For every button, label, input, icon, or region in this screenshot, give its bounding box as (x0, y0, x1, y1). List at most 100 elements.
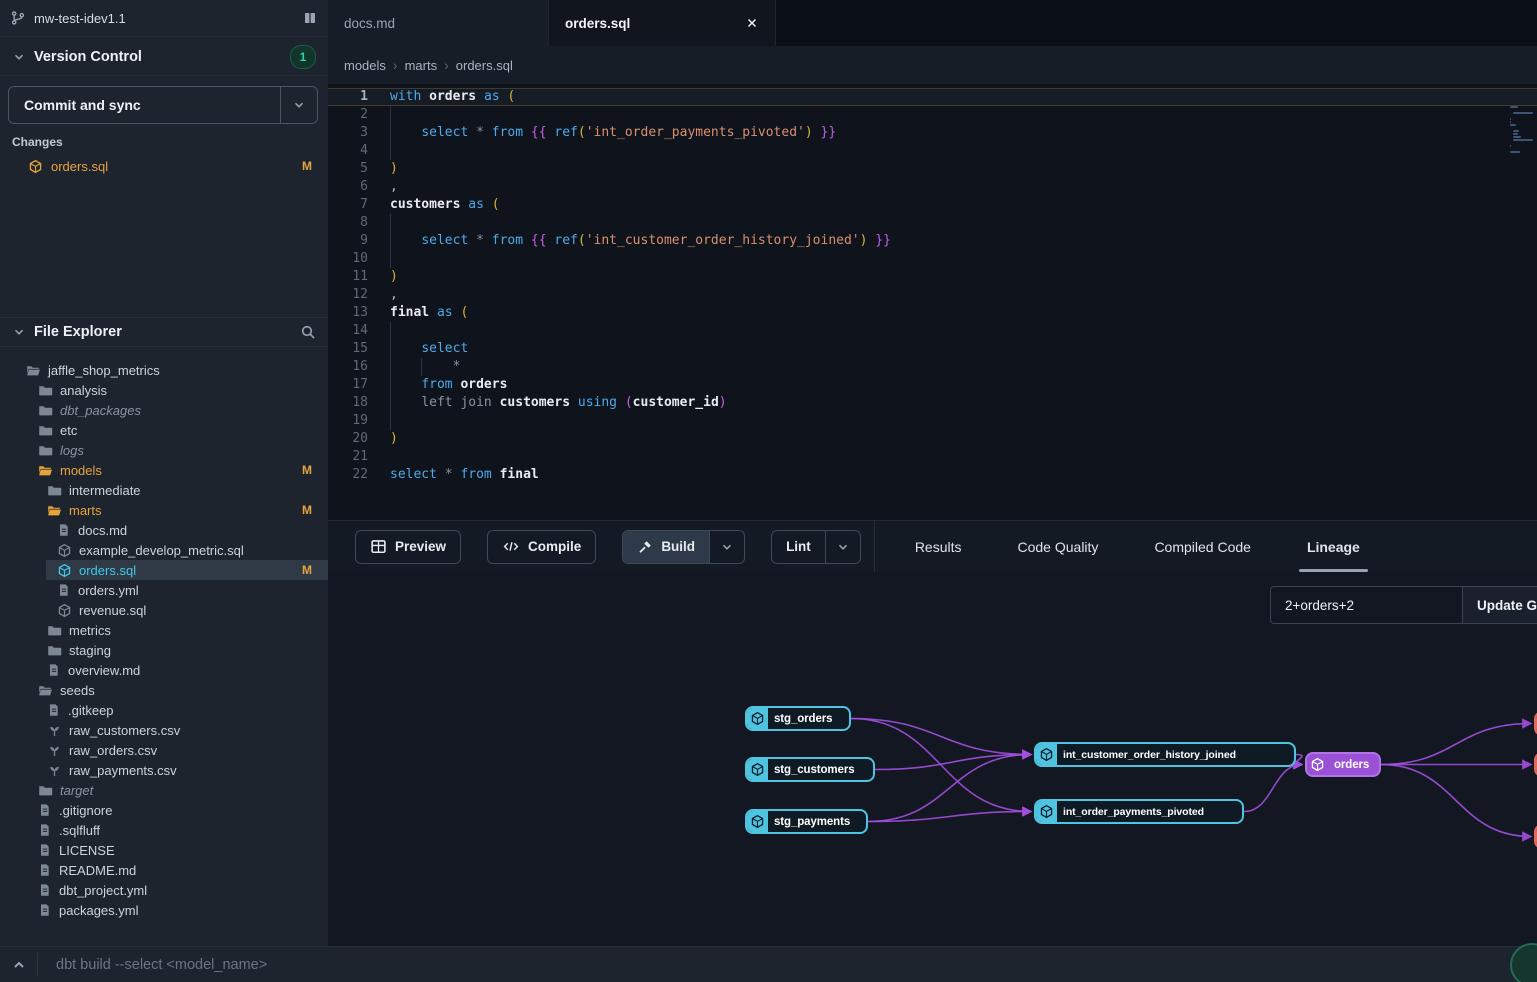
tree-item-models[interactable]: modelsM (0, 460, 328, 480)
tab-docs-md[interactable]: docs.md (328, 0, 549, 46)
code-editor[interactable]: 1with orders as (23 select * from {{ ref… (328, 84, 1537, 520)
toolbar-buttons: Preview Compile Build Lint (355, 530, 861, 564)
tree-item-revenue-sql[interactable]: revenue.sql (0, 600, 328, 620)
breadcrumb-item[interactable]: marts (405, 58, 438, 73)
cube-icon (57, 563, 72, 578)
line-number: 19 (328, 412, 368, 430)
tree-item-dbt-project-yml[interactable]: dbt_project.yml (0, 880, 328, 900)
code-line-6[interactable]: 6, (328, 178, 1537, 196)
tree-item-overview-md[interactable]: overview.md (0, 660, 328, 680)
tree-item-target[interactable]: target (0, 780, 328, 800)
code-line-18[interactable]: 18 left join customers using (customer_i… (328, 394, 1537, 412)
tree-item--gitkeep[interactable]: .gitkeep (0, 700, 328, 720)
tree-item-orders-sql[interactable]: orders.sqlM (0, 560, 328, 580)
folder-icon (38, 423, 53, 438)
code-line-19[interactable]: 19 (328, 412, 1537, 430)
preview-button[interactable]: Preview (355, 530, 461, 564)
lint-options-chevron[interactable] (825, 531, 860, 563)
expand-panel-chevron-icon[interactable] (0, 957, 37, 973)
code-line-4[interactable]: 4 (328, 142, 1537, 160)
tree-item-packages-yml[interactable]: packages.yml (0, 900, 328, 920)
tab-orders-sql[interactable]: orders.sql (549, 0, 776, 46)
lineage-node-int-order-payments-pivoted[interactable]: int_order_payments_pivoted (1034, 799, 1244, 824)
tab-code-quality[interactable]: Code Quality (1018, 521, 1099, 573)
tree-item-metrics[interactable]: metrics (0, 620, 328, 640)
file-explorer-header[interactable]: File Explorer (0, 317, 328, 347)
code-line-16[interactable]: 16 * (328, 358, 1537, 376)
lineage-filter-input[interactable]: 2+orders+2 (1270, 586, 1463, 624)
version-control-header[interactable]: Version Control 1 (0, 38, 328, 76)
chevron-down-icon[interactable] (12, 50, 26, 64)
tree-item-raw-payments-csv[interactable]: raw_payments.csv (0, 760, 328, 780)
code-line-22[interactable]: 22select * from final (328, 466, 1537, 484)
line-text: customers as ( (390, 196, 500, 214)
line-number: 18 (328, 394, 368, 412)
update-graph-button[interactable]: Update Graph (1463, 586, 1537, 624)
command-input[interactable]: dbt build --select <model_name> (56, 957, 1537, 973)
code-line-20[interactable]: 20) (328, 430, 1537, 448)
code-line-11[interactable]: 11) (328, 268, 1537, 286)
tree-item-dbt-packages[interactable]: dbt_packages (0, 400, 328, 420)
line-text: , (390, 286, 398, 304)
tree-item-jaffle-shop-metrics[interactable]: jaffle_shop_metrics (0, 360, 328, 380)
tree-item-orders-yml[interactable]: orders.yml (0, 580, 328, 600)
changed-file-row[interactable]: orders.sql M (0, 155, 328, 177)
panel-columns-icon[interactable] (302, 10, 318, 26)
code-line-9[interactable]: 9 select * from {{ ref('int_customer_ord… (328, 232, 1537, 250)
code-line-21[interactable]: 21 (328, 448, 1537, 466)
code-line-5[interactable]: 5) (328, 160, 1537, 178)
commit-options-chevron[interactable] (280, 87, 317, 123)
code-line-12[interactable]: 12, (328, 286, 1537, 304)
code-line-13[interactable]: 13final as ( (328, 304, 1537, 322)
tree-item-raw-orders-csv[interactable]: raw_orders.csv (0, 740, 328, 760)
lineage-node-stg-payments[interactable]: stg_payments (745, 809, 868, 834)
code-line-1[interactable]: 1with orders as ( (328, 88, 1537, 106)
code-line-10[interactable]: 10 (328, 250, 1537, 268)
close-tab-icon[interactable] (745, 16, 759, 30)
tree-item-label: README.md (59, 863, 136, 878)
code-line-2[interactable]: 2 (328, 106, 1537, 124)
lint-button[interactable]: Lint (771, 530, 861, 564)
tree-item-example-develop-metric-sql[interactable]: example_develop_metric.sql (0, 540, 328, 560)
code-line-7[interactable]: 7customers as ( (328, 196, 1537, 214)
tree-item-marts[interactable]: martsM (0, 500, 328, 520)
compile-button[interactable]: Compile (487, 530, 596, 564)
tree-item-raw-customers-csv[interactable]: raw_customers.csv (0, 720, 328, 740)
search-icon[interactable] (300, 324, 316, 340)
breadcrumb-item[interactable]: models (344, 58, 386, 73)
tree-item-docs-md[interactable]: docs.md (0, 520, 328, 540)
breadcrumb-item[interactable]: orders.sql (456, 58, 513, 73)
line-number: 1 (328, 89, 368, 105)
tree-item-license[interactable]: LICENSE (0, 840, 328, 860)
tree-item-seeds[interactable]: seeds (0, 680, 328, 700)
lineage-node-orders[interactable]: orders (1305, 752, 1381, 777)
tree-item-analysis[interactable]: analysis (0, 380, 328, 400)
build-options-chevron[interactable] (709, 531, 744, 563)
code-line-8[interactable]: 8 (328, 214, 1537, 232)
tab-lineage[interactable]: Lineage (1307, 521, 1360, 573)
help-button[interactable] (1510, 943, 1537, 982)
node-label: stg_customers (768, 764, 862, 776)
lineage-node-int-customer-order-history-joined[interactable]: int_customer_order_history_joined (1034, 742, 1296, 767)
build-button[interactable]: Build (622, 530, 745, 564)
project-branch-name: mw-test-idev1.1 (34, 11, 126, 26)
tree-item-logs[interactable]: logs (0, 440, 328, 460)
tab-results[interactable]: Results (915, 521, 962, 573)
code-line-15[interactable]: 15 select (328, 340, 1537, 358)
code-line-14[interactable]: 14 (328, 322, 1537, 340)
tree-item--gitignore[interactable]: .gitignore (0, 800, 328, 820)
tab-compiled-code[interactable]: Compiled Code (1154, 521, 1251, 573)
code-line-3[interactable]: 3 select * from {{ ref('int_order_paymen… (328, 124, 1537, 142)
tree-item-staging[interactable]: staging (0, 640, 328, 660)
tree-item-etc[interactable]: etc (0, 420, 328, 440)
tree-item-intermediate[interactable]: intermediate (0, 480, 328, 500)
tree-item--sqlfluff[interactable]: .sqlfluff (0, 820, 328, 840)
breadcrumb: models›marts›orders.sql (328, 46, 1537, 84)
tree-item-readme-md[interactable]: README.md (0, 860, 328, 880)
commit-and-sync-button[interactable]: Commit and sync (8, 86, 318, 124)
lineage-node-stg-customers[interactable]: stg_customers (745, 757, 875, 782)
lineage-node-stg-orders[interactable]: stg_orders (745, 706, 851, 731)
chevron-down-icon[interactable] (12, 325, 26, 339)
code-line-17[interactable]: 17 from orders (328, 376, 1537, 394)
tree-item-label: intermediate (69, 483, 141, 498)
